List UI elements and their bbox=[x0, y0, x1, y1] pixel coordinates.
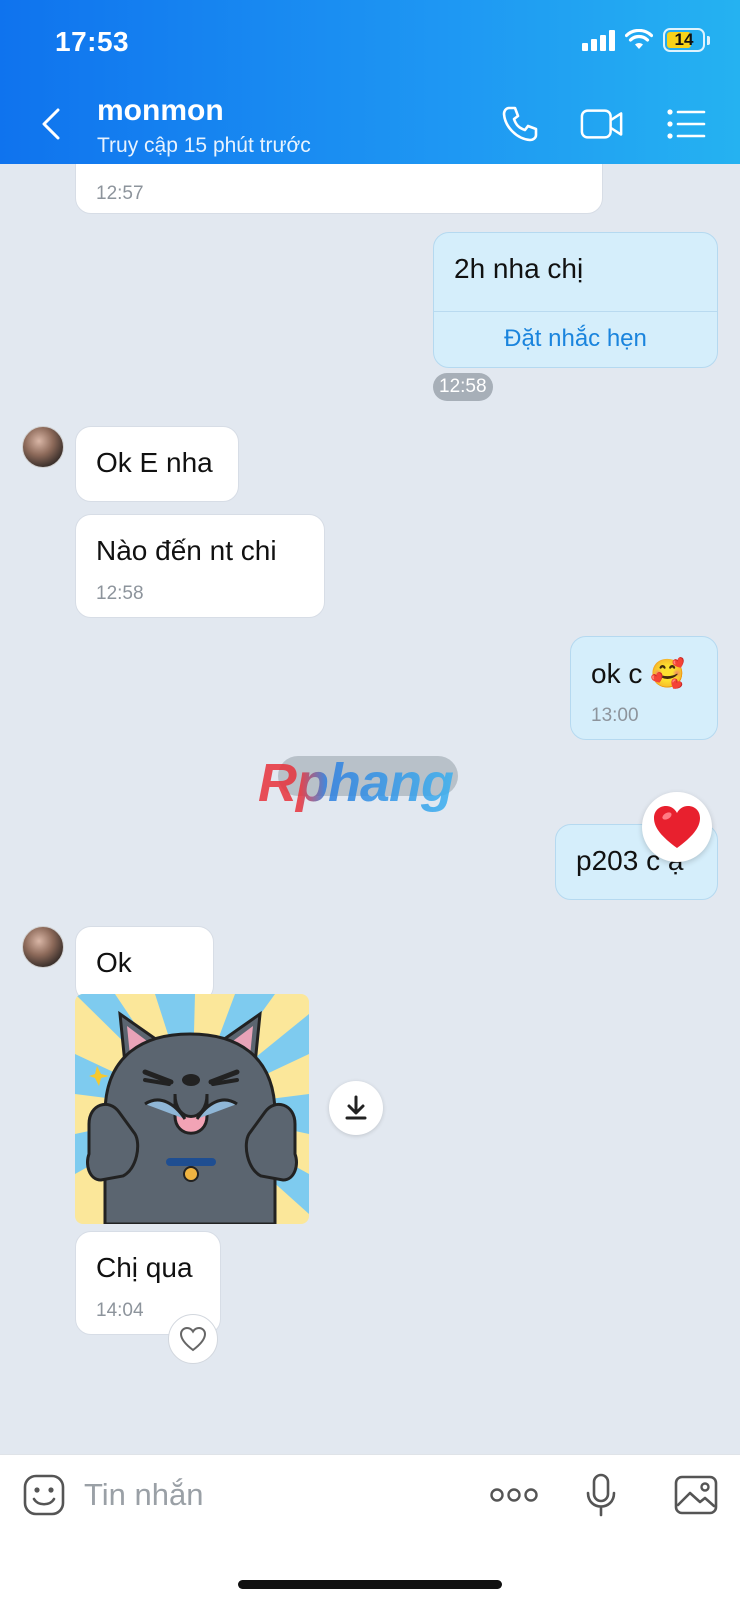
set-reminder-link[interactable]: Đặt nhắc hẹn bbox=[434, 325, 717, 353]
image-gallery-icon bbox=[674, 1475, 718, 1515]
more-options-button[interactable] bbox=[490, 1471, 538, 1519]
message-time: 13:00 bbox=[591, 705, 639, 726]
voice-message-button[interactable] bbox=[577, 1471, 625, 1519]
sticker-message[interactable] bbox=[75, 994, 309, 1224]
download-sticker-button[interactable] bbox=[329, 1081, 383, 1135]
message-text: ok c 🥰 bbox=[591, 658, 685, 689]
voice-call-button[interactable] bbox=[498, 104, 542, 144]
emoji-button[interactable] bbox=[20, 1471, 68, 1519]
cellular-signal-icon bbox=[582, 29, 615, 51]
message-time: 14:04 bbox=[96, 1300, 144, 1321]
message-list[interactable]: 12:57 2h nha chị Đặt nhắc hẹn 12:58 Ok E… bbox=[0, 164, 740, 1454]
message-time: 12:58 bbox=[96, 583, 144, 604]
incoming-message[interactable]: Ok bbox=[75, 926, 214, 1002]
home-indicator bbox=[238, 1580, 502, 1589]
back-icon bbox=[42, 108, 60, 140]
download-icon bbox=[345, 1095, 367, 1120]
phone-icon bbox=[502, 106, 538, 142]
message-text: Ok bbox=[96, 947, 132, 978]
incoming-message[interactable]: 12:57 bbox=[75, 164, 603, 214]
message-text: Ok E nha bbox=[96, 447, 213, 478]
outgoing-message[interactable]: ok c 🥰 13:00 bbox=[570, 636, 718, 740]
message-text: 2h nha chị bbox=[454, 253, 584, 284]
wifi-icon bbox=[625, 29, 653, 49]
back-button[interactable] bbox=[36, 104, 66, 144]
contact-last-seen: Truy cập 15 phút trước bbox=[97, 134, 311, 157]
contact-avatar[interactable] bbox=[22, 426, 64, 468]
heart-reaction[interactable] bbox=[642, 792, 712, 862]
message-time: 12:57 bbox=[96, 183, 144, 204]
menu-list-icon bbox=[667, 109, 706, 139]
menu-button[interactable] bbox=[664, 104, 708, 144]
watermark-logo: Rphang bbox=[258, 752, 478, 822]
incoming-message[interactable]: Nào đến nt chi 12:58 bbox=[75, 514, 325, 618]
divider bbox=[434, 311, 717, 312]
emoji-icon bbox=[23, 1474, 65, 1516]
microphone-icon bbox=[586, 1473, 616, 1517]
video-call-button[interactable] bbox=[580, 104, 624, 144]
message-text: Chị qua bbox=[96, 1252, 193, 1283]
message-input[interactable]: Tin nhắn bbox=[84, 1477, 204, 1513]
react-button[interactable] bbox=[168, 1314, 218, 1364]
heart-outline-icon bbox=[179, 1326, 207, 1352]
cat-thumbs-up-sticker bbox=[75, 994, 309, 1224]
send-image-button[interactable] bbox=[672, 1471, 720, 1519]
more-dots-icon bbox=[490, 1488, 538, 1502]
battery-icon: 14 bbox=[663, 28, 705, 52]
watermark-text: Rphang bbox=[258, 753, 454, 813]
contact-name[interactable]: monmon bbox=[97, 94, 224, 128]
message-time: 12:58 bbox=[433, 373, 493, 401]
chat-header: 17:53 14 monmon Truy cập 15 phút trước bbox=[0, 0, 740, 164]
message-composer: Tin nhắn bbox=[0, 1454, 740, 1600]
heart-icon bbox=[654, 806, 700, 848]
contact-avatar[interactable] bbox=[22, 926, 64, 968]
status-icons: 14 bbox=[582, 28, 710, 52]
outgoing-message[interactable]: 2h nha chị Đặt nhắc hẹn bbox=[433, 232, 718, 368]
battery-level: 14 bbox=[674, 30, 694, 49]
status-time: 17:53 bbox=[55, 26, 130, 57]
video-call-icon bbox=[580, 109, 623, 139]
message-text: Nào đến nt chi bbox=[96, 535, 277, 566]
incoming-message[interactable]: Ok E nha bbox=[75, 426, 239, 502]
